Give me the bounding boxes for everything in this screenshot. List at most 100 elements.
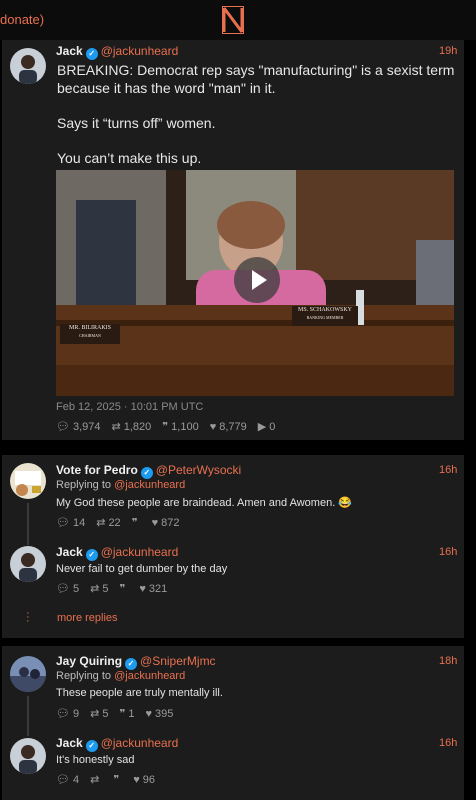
- repost-count[interactable]: ⇄ 5: [90, 582, 109, 596]
- avatar[interactable]: [10, 48, 46, 84]
- comment-icon: 💬︎: [56, 517, 70, 529]
- play-button-icon[interactable]: [234, 257, 280, 303]
- quote-count[interactable]: ❞ 1,100: [162, 420, 198, 434]
- comment-icon: 💬︎: [56, 583, 70, 595]
- reply-count-value: 9: [72, 707, 80, 720]
- heart-icon: ♥: [151, 516, 159, 529]
- like-count[interactable]: ♥ 395: [145, 708, 173, 720]
- donate-link[interactable]: donate): [0, 12, 44, 27]
- author-handle[interactable]: @jackunheard: [101, 44, 179, 58]
- tweet-time[interactable]: 18h: [439, 655, 457, 667]
- tweet-time[interactable]: 16h: [439, 464, 457, 476]
- tweet-author[interactable]: Jack ✓ @jackunheard: [56, 736, 178, 752]
- play-icon: ▶: [257, 421, 267, 433]
- tweet-stats: 💬︎ 14 ⇄ 22 ❞ ♥ 872: [56, 516, 180, 530]
- nameplate-right-name: MS. SCHAKOWSKY: [297, 307, 352, 313]
- replying-to-handle[interactable]: @jackunheard: [114, 670, 185, 682]
- author-name[interactable]: Jack: [56, 545, 83, 559]
- tweet-author[interactable]: Vote for Pedro ✓ @PeterWysocki: [56, 463, 241, 479]
- author-handle[interactable]: @jackunheard: [101, 545, 179, 559]
- reply-thread: Jay Quiring ✓ @SniperMjmc 18h Replying to …: [2, 646, 464, 800]
- like-count[interactable]: ♥ 872: [152, 517, 180, 529]
- reply-count[interactable]: 💬︎ 14: [56, 516, 86, 530]
- repost-count[interactable]: ⇄: [90, 773, 102, 786]
- quote-count[interactable]: ❞ 1: [119, 707, 135, 721]
- repost-count-value: 1,820: [123, 420, 152, 433]
- author-handle[interactable]: @PeterWysocki: [156, 463, 241, 477]
- repost-count-value: 22: [108, 516, 121, 529]
- avatar[interactable]: [10, 738, 46, 774]
- verified-icon: ✓: [85, 549, 98, 561]
- tweet-time[interactable]: 16h: [439, 737, 457, 749]
- heart-icon: ♥: [145, 707, 153, 720]
- reply-count-value: 14: [72, 516, 86, 529]
- avatar[interactable]: [10, 463, 46, 499]
- view-count[interactable]: ▶ 0: [257, 420, 276, 434]
- reply-count-value: 5: [72, 582, 80, 595]
- repost-icon: ⇄: [90, 583, 100, 595]
- replying-to-label: Replying to: [56, 479, 112, 491]
- thread-connector: [27, 696, 29, 736]
- replying-to: Replying to @jackunheard: [56, 670, 185, 682]
- tweet-time[interactable]: 16h: [439, 546, 457, 558]
- video-player[interactable]: MR. BILIRAKIS CHAIRMAN MS. SCHAKOWSKY RA…: [56, 170, 454, 396]
- avatar[interactable]: [10, 546, 46, 582]
- quote-count[interactable]: ❞: [119, 582, 128, 595]
- quote-icon: ❞: [119, 708, 126, 720]
- verified-icon: ✓: [125, 658, 138, 670]
- repost-count[interactable]: ⇄ 1,820: [111, 420, 152, 434]
- tweet-date[interactable]: Feb 12, 2025 · 10:01 PM UTC: [56, 401, 203, 413]
- reply-count[interactable]: 💬︎ 9: [56, 707, 80, 721]
- author-handle[interactable]: @SniperMjmc: [140, 654, 216, 668]
- top-bar: donate): [0, 0, 476, 40]
- verified-icon: ✓: [85, 48, 98, 60]
- replying-to-label: Replying to: [56, 670, 112, 682]
- repost-icon: ⇄: [111, 421, 121, 433]
- reply-count-value: 3,974: [72, 420, 101, 433]
- reply-count[interactable]: 💬︎ 5: [56, 582, 80, 596]
- author-name[interactable]: Jay Quiring: [56, 654, 122, 668]
- quote-count[interactable]: ❞: [113, 773, 122, 786]
- tweet-author[interactable]: Jack ✓ @jackunheard: [56, 545, 178, 561]
- author-name[interactable]: Jack: [56, 736, 83, 750]
- tweet-stats: 💬︎ 9 ⇄ 5 ❞ 1 ♥ 395: [56, 707, 173, 721]
- nameplate-right-title: RANKING MEMBER: [306, 315, 344, 320]
- tweet-text-line: because it has the word "man" in it.: [57, 80, 276, 96]
- reply-count-value: 4: [72, 773, 80, 786]
- repost-count[interactable]: ⇄ 5: [90, 707, 109, 721]
- comment-icon: 💬︎: [56, 708, 70, 720]
- author-name[interactable]: Vote for Pedro: [56, 463, 138, 477]
- quote-icon: ❞: [162, 421, 169, 433]
- avatar[interactable]: [10, 656, 46, 692]
- tweet-author[interactable]: Jack ✓ @jackunheard: [56, 44, 178, 60]
- tweet-author[interactable]: Jay Quiring ✓ @SniperMjmc: [56, 654, 216, 670]
- like-count-value: 8,779: [219, 420, 247, 433]
- reply-count[interactable]: 💬︎ 3,974: [56, 420, 101, 434]
- replying-to: Replying to @jackunheard: [56, 479, 185, 491]
- quote-count[interactable]: ❞: [132, 516, 141, 529]
- tweet-time[interactable]: 19h: [439, 45, 457, 57]
- tweet-text-line: BREAKING: Democrat rep says "manufacturi…: [57, 62, 455, 78]
- repost-count-value: 5: [102, 582, 109, 595]
- replying-to-handle[interactable]: @jackunheard: [114, 479, 185, 491]
- more-replies-link[interactable]: more replies: [57, 612, 118, 624]
- like-count[interactable]: ♥ 321: [139, 583, 167, 595]
- reply-count[interactable]: 💬︎ 4: [56, 773, 80, 787]
- more-replies-dots-icon: · · ·: [26, 607, 30, 627]
- repost-icon: ⇄: [96, 517, 106, 529]
- tweet-text-line: You can’t make this up.: [57, 150, 202, 166]
- tweet-stats: 💬︎ 3,974 ⇄ 1,820 ❞ 1,100 ♥ 8,779 ▶ 0: [56, 420, 276, 434]
- nameplate-left: MR. BILIRAKIS CHAIRMAN: [60, 324, 120, 344]
- like-count[interactable]: ♥ 96: [133, 774, 155, 786]
- quote-count-value: 1: [128, 707, 135, 720]
- nitter-logo-icon[interactable]: [222, 6, 244, 34]
- repost-count[interactable]: ⇄ 22: [96, 516, 121, 530]
- nameplate-left-name: MR. BILIRAKIS: [68, 325, 111, 331]
- view-count-value: 0: [269, 420, 276, 433]
- verified-icon: ✓: [140, 467, 153, 479]
- like-count[interactable]: ♥ 8,779: [210, 421, 247, 433]
- author-handle[interactable]: @jackunheard: [101, 736, 179, 750]
- author-name[interactable]: Jack: [56, 44, 83, 58]
- repost-count-value: 5: [102, 707, 109, 720]
- heart-icon: ♥: [209, 420, 217, 433]
